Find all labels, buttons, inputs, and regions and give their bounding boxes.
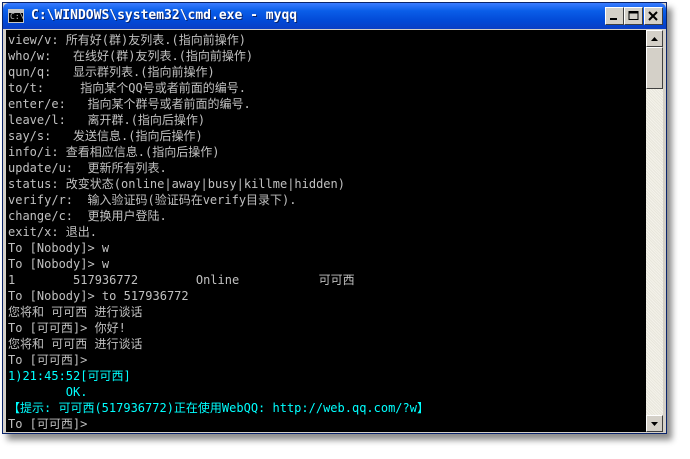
console-line: To [可可西]> (8, 417, 88, 431)
scroll-thumb[interactable] (646, 47, 663, 89)
console-line: status: 改变状态(online|away|busy|killme|hid… (8, 177, 345, 191)
vertical-scrollbar[interactable] (646, 30, 663, 432)
console-line: verify/r: 输入验证码(验证码在verify目录下). (8, 193, 297, 207)
close-button[interactable] (644, 7, 663, 25)
window-title: C:\WINDOWS\system32\cmd.exe - myqq (31, 8, 298, 23)
console-line: To [可可西]> 你好! (8, 321, 126, 335)
console-line: 您将和 可可西 进行谈话 (8, 337, 143, 351)
console-line: To [Nobody]> w (8, 257, 110, 271)
console-line: say/s: 发送信息.(指向后操作) (8, 129, 203, 143)
console-line: 您将和 可可西 进行谈话 (8, 305, 143, 319)
scroll-up-button[interactable] (646, 30, 663, 47)
console-line: leave/l: 离开群.(指向后操作) (8, 113, 206, 127)
console-line: qun/q: 显示群列表.(指向前操作) (8, 65, 215, 79)
console-line: enter/e: 指向某个群号或者前面的编号. (8, 97, 251, 111)
console-line: 【提示: 可可西(517936772)正在使用WebQQ: http://web… (8, 401, 429, 415)
console-output[interactable]: view/v: 所有好(群)友列表.(指向前操作) who/w: 在线好(群)友列… (6, 30, 646, 432)
console-line: To [Nobody]> w (8, 241, 110, 255)
maximize-button[interactable] (624, 7, 643, 25)
minimize-icon (610, 18, 617, 20)
scroll-up-arrow-icon (651, 37, 658, 41)
console-line: To [可可西]> (8, 353, 88, 367)
console-line: OK. (8, 385, 88, 399)
cmd-icon[interactable]: C:\ (8, 9, 24, 23)
console-line: exit/x: 退出. (8, 225, 98, 239)
console-line: change/c: 更换用户登陆. (8, 209, 167, 223)
scroll-down-arrow-icon (651, 422, 658, 426)
console-line: To [Nobody]> to 517936772 (8, 289, 189, 303)
console-line: view/v: 所有好(群)友列表.(指向前操作) (8, 33, 246, 47)
console-line: 1 517936772 Online 可可西 (8, 273, 355, 287)
close-icon (648, 11, 658, 21)
scroll-down-button[interactable] (646, 415, 663, 432)
title-bar[interactable]: C:\ C:\WINDOWS\system32\cmd.exe - myqq (3, 3, 666, 29)
maximize-icon (628, 11, 639, 20)
console-line: 1)21:45:52[可可西] (8, 369, 131, 383)
console-line: who/w: 在线好(群)友列表.(指向前操作) (8, 49, 254, 63)
console-line: info/i: 查看相应信息.(指向后操作) (8, 145, 220, 159)
minimize-button[interactable] (605, 7, 624, 25)
console-line: update/u: 更新所有列表. (8, 161, 167, 175)
console-line: to/t: 指向某个QQ号或者前面的编号. (8, 81, 246, 95)
cmd-window: C:\ C:\WINDOWS\system32\cmd.exe - myqq v… (2, 2, 667, 434)
